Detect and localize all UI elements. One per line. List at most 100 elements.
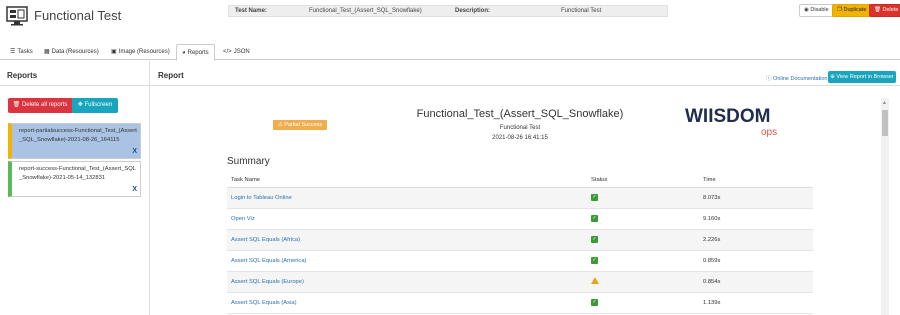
tab-tasks[interactable]: ☰ Tasks bbox=[10, 44, 33, 60]
table-row: Open Viz ✓ 9.160s bbox=[227, 208, 813, 230]
check-icon: ✓ bbox=[591, 215, 598, 222]
copy-icon: ❐ bbox=[837, 7, 842, 13]
expand-icon: ✥ bbox=[77, 102, 83, 108]
tab-image-resources[interactable]: ▣ Image (Resources) bbox=[111, 44, 170, 60]
report-viewer[interactable]: ⚠ Partial Success Functional_Test_(Asser… bbox=[225, 98, 893, 315]
test-name-label: Test Name: bbox=[235, 8, 267, 14]
task-link[interactable]: Login to Tableau Online bbox=[231, 195, 292, 201]
tab-data-label: Data (Resources) bbox=[51, 49, 99, 55]
task-link[interactable]: Assert SQL Equals (America) bbox=[231, 258, 307, 264]
tab-json[interactable]: </> JSON bbox=[223, 44, 250, 60]
task-link[interactable]: Assert SQL Equals (Europe) bbox=[231, 279, 304, 285]
view-report-in-browser-button[interactable]: ⊕ View Report in Browser bbox=[828, 71, 896, 83]
report-panel-title: Report bbox=[158, 71, 184, 80]
wiisdom-ops-logo: WIISDOM ops bbox=[685, 106, 777, 138]
info-icon: ⓘ bbox=[766, 76, 772, 82]
summary-table: Task Name Status Time Login to Tableau O… bbox=[227, 173, 813, 314]
delete-button[interactable]: 🗑 Delete bbox=[869, 4, 900, 17]
status-badge: ⚠ Partial Success bbox=[273, 120, 327, 130]
report-subtitle: Functional Test bbox=[499, 125, 541, 131]
warning-icon: ⚠ bbox=[277, 122, 283, 128]
tab-image-label: Image (Resources) bbox=[118, 49, 170, 55]
check-icon: ✓ bbox=[591, 236, 598, 243]
col-time: Time bbox=[699, 173, 813, 188]
table-icon: ▦ bbox=[44, 49, 50, 55]
check-icon: ✓ bbox=[591, 194, 598, 201]
fullscreen-button[interactable]: ✥ Fullscreen bbox=[72, 98, 118, 113]
close-icon[interactable]: X bbox=[132, 186, 137, 195]
tab-json-label: JSON bbox=[233, 49, 250, 55]
report-title: Functional_Test_(Assert_SQL_Snowflake) bbox=[416, 108, 624, 120]
task-time: 1.139s bbox=[699, 292, 813, 314]
app-header: Functional Test Test Name: Functional_Te… bbox=[0, 0, 900, 38]
reports-title: Reports bbox=[7, 71, 38, 80]
report-item-partialsuccess[interactable]: report-partialsuccess-Functional_Test_(A… bbox=[8, 123, 141, 159]
trash-icon: 🗑 bbox=[874, 7, 881, 13]
code-icon: </> bbox=[223, 49, 232, 55]
delete-all-label: Delete all reports bbox=[21, 102, 68, 108]
online-documentation-link[interactable]: ⓘ Online Documentation bbox=[766, 74, 827, 82]
eye-icon: ◉ bbox=[804, 7, 809, 13]
view-report-label: View Report in Browser bbox=[836, 74, 894, 80]
col-task-name: Task Name bbox=[227, 173, 587, 188]
tab-data-resources[interactable]: ▦ Data (Resources) bbox=[44, 44, 99, 60]
list-icon: ☰ bbox=[10, 49, 16, 55]
delete-all-reports-button[interactable]: 🗑 Delete all reports bbox=[8, 98, 72, 113]
tab-tasks-label: Tasks bbox=[17, 49, 33, 55]
task-time: 9.160s bbox=[699, 208, 813, 230]
report-scrollbar[interactable]: ▲ bbox=[881, 98, 889, 315]
test-name-value: Functional_Test_(Assert_SQL_Snowflake) bbox=[309, 8, 422, 14]
pie-chart-icon: ◕ bbox=[182, 50, 186, 56]
check-icon: ✓ bbox=[591, 299, 598, 306]
trash-icon: 🗑 bbox=[12, 102, 21, 108]
close-icon[interactable]: X bbox=[132, 148, 137, 157]
report-item-label: report-success-Functional_Test_(Assert_S… bbox=[19, 166, 136, 181]
scrollbar-thumb[interactable] bbox=[882, 110, 888, 136]
brand-text: WIISDOM bbox=[685, 106, 771, 127]
tab-reports[interactable]: ◕ Reports bbox=[176, 44, 215, 61]
report-item-label: report-partialsuccess-Functional_Test_(A… bbox=[19, 128, 137, 143]
report-date: 2021-08-26 16:41:15 bbox=[492, 135, 548, 141]
tab-reports-label: Reports bbox=[187, 50, 209, 56]
col-status: Status bbox=[587, 173, 699, 188]
online-doc-label: Online Documentation bbox=[773, 76, 828, 82]
table-row: Assert SQL Equals (Africa) ✓ 2.226s bbox=[227, 229, 813, 251]
task-time: 0.854s bbox=[699, 271, 813, 293]
test-monitor-icon bbox=[6, 6, 28, 26]
check-icon: ✓ bbox=[591, 257, 598, 264]
description-value: Functional Test bbox=[561, 8, 602, 14]
delete-label: Delete bbox=[882, 7, 899, 13]
tab-bar: ☰ Tasks ▦ Data (Resources) ▣ Image (Resourc… bbox=[0, 44, 900, 61]
divider bbox=[150, 85, 900, 86]
brand-sub: ops bbox=[761, 127, 777, 138]
warning-icon bbox=[591, 277, 599, 284]
task-time: 0.859s bbox=[699, 250, 813, 272]
task-time: 8.073s bbox=[699, 187, 813, 209]
report-item-success[interactable]: report-success-Functional_Test_(Assert_S… bbox=[8, 161, 141, 197]
disable-label: Disable bbox=[810, 7, 829, 13]
table-row: Assert SQL Equals (America) ✓ 0.859s bbox=[227, 250, 813, 272]
test-info-bar: Test Name: Functional_Test_(Assert_SQL_S… bbox=[228, 5, 668, 17]
duplicate-label: Duplicate bbox=[843, 7, 867, 13]
fullscreen-label: Fullscreen bbox=[84, 102, 113, 108]
image-icon: ▣ bbox=[111, 49, 117, 55]
status-badge-label: Partial Success bbox=[284, 122, 323, 128]
divider bbox=[0, 85, 149, 86]
reports-panel: Reports 🗑 Delete all reports ✥ Fullscree… bbox=[0, 61, 150, 315]
table-row: Assert SQL Equals (Asia) ✓ 1.139s bbox=[227, 292, 813, 314]
table-row: Assert SQL Equals (Europe) 0.854s bbox=[227, 271, 813, 293]
disable-button[interactable]: ◉ Disable bbox=[799, 4, 834, 17]
app-title: Functional Test bbox=[34, 8, 122, 23]
table-row: Login to Tableau Online ✓ 8.073s bbox=[227, 187, 813, 209]
table-header-row: Task Name Status Time bbox=[227, 173, 813, 188]
task-time: 2.226s bbox=[699, 229, 813, 251]
globe-icon: ⊕ bbox=[830, 74, 835, 80]
description-label: Description: bbox=[455, 8, 491, 14]
task-link[interactable]: Assert SQL Equals (Asia) bbox=[231, 300, 297, 306]
summary-heading: Summary bbox=[227, 156, 270, 167]
report-panel: Report ⓘ Online Documentation ⊕ View Rep… bbox=[150, 61, 900, 315]
scroll-up-icon[interactable]: ▲ bbox=[882, 100, 887, 106]
duplicate-button[interactable]: ❐ Duplicate bbox=[832, 4, 872, 17]
task-link[interactable]: Open Viz bbox=[231, 216, 255, 222]
task-link[interactable]: Assert SQL Equals (Africa) bbox=[231, 237, 300, 243]
